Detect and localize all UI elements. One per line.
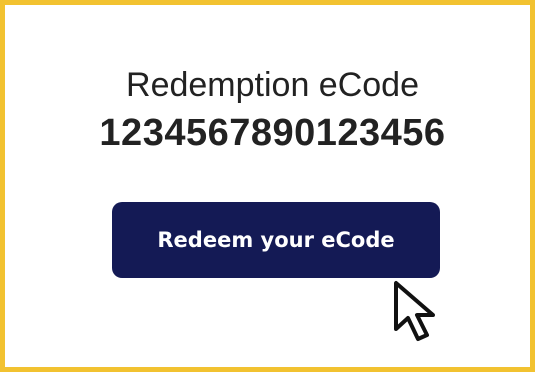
mouse-pointer-icon [394,281,435,341]
ecode-label: Redemption eCode [126,66,419,104]
ecode-card: Redemption eCode 1234567890123456 Redeem… [0,0,535,372]
redeem-ecode-button[interactable]: Redeem your eCode [112,202,440,278]
ecode-value: 1234567890123456 [99,112,446,154]
